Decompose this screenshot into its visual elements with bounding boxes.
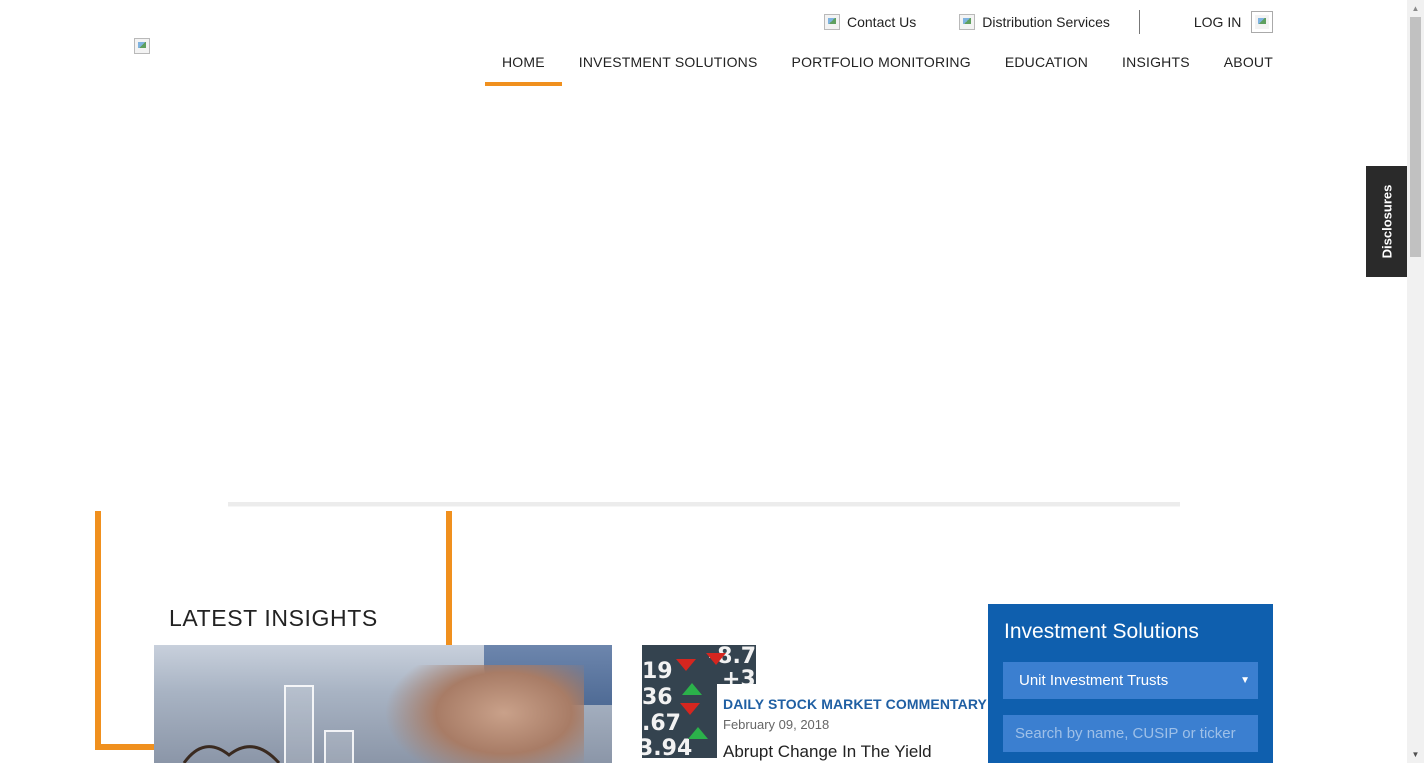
logo-broken-image-icon (134, 38, 150, 54)
login-image-icon (1255, 15, 1270, 29)
distribution-services-link[interactable]: Distribution Services (959, 14, 1110, 30)
nav-item-label: INVESTMENT SOLUTIONS (578, 54, 758, 70)
featured-insight-image[interactable] (154, 645, 612, 763)
ticker-value: 36 (642, 685, 673, 710)
glasses-icon (182, 745, 281, 763)
distribution-broken-image-icon (959, 14, 976, 30)
nav-item-label: ABOUT (1223, 54, 1273, 70)
nav-item-about[interactable]: ABOUT (1207, 52, 1273, 86)
nav-item-insights[interactable]: INSIGHTS (1105, 52, 1207, 86)
down-arrow-icon (706, 653, 726, 665)
scrollbar-thumb[interactable] (1410, 17, 1421, 257)
nav-item-education[interactable]: EDUCATION (988, 52, 1105, 86)
scroll-down-arrow-icon[interactable]: ▼ (1407, 746, 1424, 763)
login-link[interactable]: LOG IN (1193, 11, 1274, 33)
article-category[interactable]: DAILY STOCK MARKET COMMENTARY (723, 696, 987, 712)
article-date: February 09, 2018 (723, 717, 830, 732)
insights-heading: LATEST INSIGHTS (169, 605, 378, 631)
site-logo[interactable] (134, 38, 150, 59)
disclosures-label: Disclosures (1379, 184, 1395, 259)
utility-divider (1138, 10, 1140, 34)
nav-item-label: EDUCATION (1004, 54, 1089, 70)
investment-type-select[interactable]: Unit Investment Trusts ▼ (1003, 662, 1258, 699)
nav-item-investment-solutions[interactable]: INVESTMENT SOLUTIONS (562, 52, 775, 86)
image-bar-shape (284, 685, 314, 763)
contact-broken-image-icon (824, 14, 840, 30)
main-nav: HOME INVESTMENT SOLUTIONS PORTFOLIO MONI… (484, 52, 1273, 86)
scroll-up-arrow-icon[interactable]: ▲ (1407, 0, 1424, 17)
image-bar-shape (324, 730, 354, 763)
distribution-services-label: Distribution Services (982, 14, 1110, 30)
up-arrow-icon (682, 683, 702, 695)
contact-us-label: Contact Us (847, 14, 917, 30)
up-arrow-icon (688, 727, 708, 739)
caret-down-icon: ▼ (1240, 675, 1250, 686)
ticker-value: 3.94 (642, 736, 693, 758)
ticker-value: .67 (642, 711, 681, 736)
investment-type-selected: Unit Investment Trusts (1019, 672, 1169, 689)
utility-bar: Contact Us Distribution Services LOG IN (824, 10, 1274, 34)
nav-item-home[interactable]: HOME (484, 52, 562, 86)
page-scrollbar[interactable]: ▲ ▼ (1407, 0, 1424, 763)
nav-item-label: INSIGHTS (1122, 54, 1190, 70)
image-hand-shape (384, 665, 584, 763)
disclosures-tab[interactable]: Disclosures (1366, 166, 1407, 277)
article-title[interactable]: Abrupt Change In The Yield (723, 742, 932, 762)
investment-search-input[interactable] (1003, 715, 1258, 752)
investment-solutions-title: Investment Solutions (1004, 620, 1199, 643)
login-broken-image-icon (1251, 11, 1274, 33)
nav-item-label: PORTFOLIO MONITORING (791, 54, 971, 70)
nav-item-label: HOME (501, 54, 545, 70)
investment-solutions-panel: Investment Solutions Unit Investment Tru… (988, 604, 1273, 763)
hero-divider (228, 502, 1180, 507)
ticker-value: 19 (642, 659, 673, 684)
login-label: LOG IN (1193, 14, 1242, 30)
nav-item-portfolio-monitoring[interactable]: PORTFOLIO MONITORING (775, 52, 988, 86)
down-arrow-icon (680, 703, 700, 715)
contact-us-link[interactable]: Contact Us (824, 14, 916, 30)
down-arrow-icon (676, 659, 696, 671)
